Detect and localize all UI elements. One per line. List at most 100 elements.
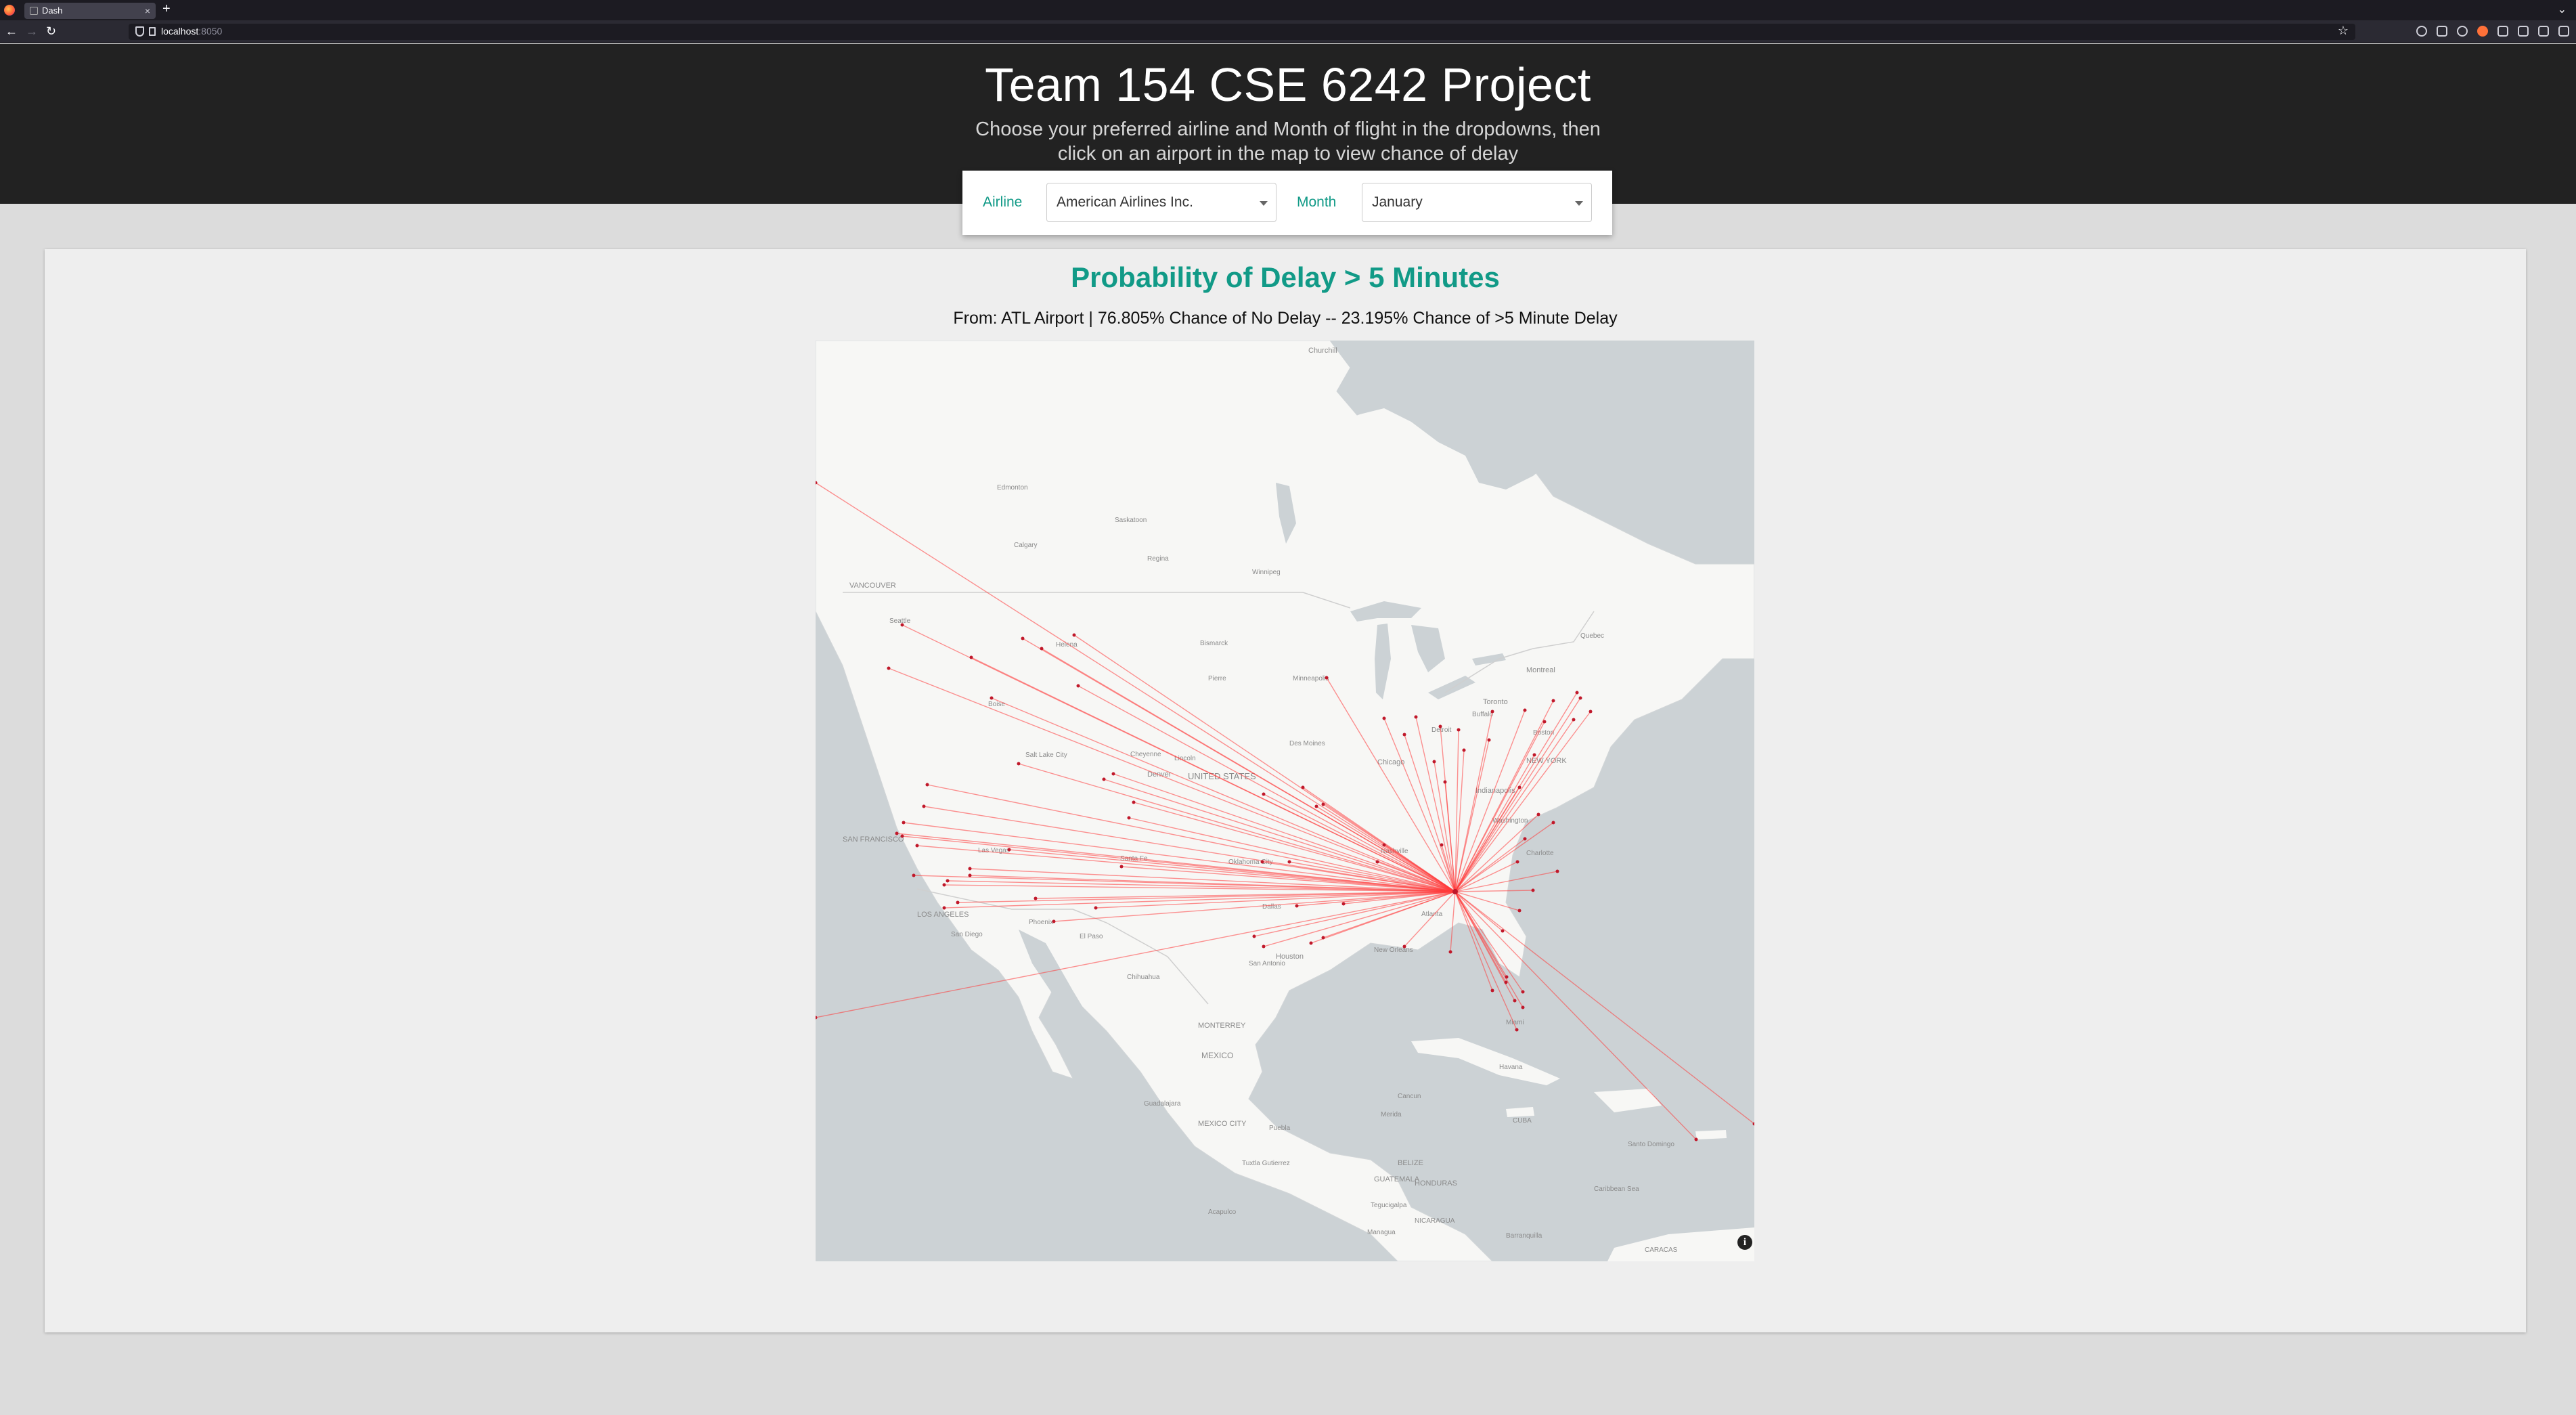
airport-marker-aus[interactable]: [1252, 934, 1256, 938]
airport-marker-geg[interactable]: [969, 655, 973, 659]
airport-marker-pit[interactable]: [1487, 738, 1491, 742]
airport-marker-cvg[interactable]: [1443, 780, 1447, 784]
airport-marker-boi[interactable]: [990, 696, 994, 700]
airport-marker-ege[interactable]: [1102, 777, 1106, 781]
airport-marker-iah[interactable]: [1321, 936, 1325, 940]
airport-marker-las[interactable]: [1007, 848, 1011, 852]
airport-marker-sat[interactable]: [1262, 944, 1266, 949]
airport-marker-smf[interactable]: [922, 804, 926, 808]
airport-marker-myr[interactable]: [1555, 869, 1559, 873]
airport-marker-ind[interactable]: [1432, 760, 1436, 764]
airport-marker-abq[interactable]: [1119, 865, 1124, 869]
airport-marker-sna[interactable]: [956, 900, 960, 905]
airport-marker-mke[interactable]: [1382, 716, 1386, 720]
airport-marker-pvd[interactable]: [1589, 710, 1593, 714]
map-canvas[interactable]: Churchill Edmonton Saskatoon Calgary Regina W…: [816, 341, 1754, 1261]
airline-dropdown[interactable]: American Airlines Inc.: [1046, 183, 1276, 222]
airport-marker-bzn[interactable]: [1040, 647, 1044, 651]
account-icon[interactable]: [2457, 26, 2468, 37]
airport-marker-rdu[interactable]: [1523, 837, 1527, 841]
airport-marker-sav[interactable]: [1517, 909, 1522, 913]
back-icon[interactable]: ←: [5, 24, 18, 38]
url-text[interactable]: localhost:8050: [161, 26, 222, 37]
airport-marker-lax[interactable]: [942, 883, 946, 887]
airport-marker-cmh[interactable]: [1462, 748, 1466, 752]
airport-marker-pdx[interactable]: [887, 666, 891, 670]
airport-marker-icn[interactable]: [1382, 843, 1386, 847]
new-tab-icon[interactable]: +: [162, 1, 171, 17]
downloads-icon[interactable]: [2518, 26, 2529, 37]
airport-marker-slc[interactable]: [1017, 762, 1021, 766]
airport-marker-mtj[interactable]: [1127, 816, 1131, 820]
airport-marker-sjc[interactable]: [900, 834, 904, 838]
airport-marker-roc[interactable]: [1523, 708, 1527, 712]
airport-marker-syr[interactable]: [1551, 699, 1555, 703]
reload-icon[interactable]: ↻: [46, 24, 56, 38]
airport-marker-bna[interactable]: [1440, 843, 1444, 847]
pocket-icon[interactable]: [2416, 26, 2427, 37]
airport-marker-orf[interactable]: [1551, 821, 1555, 825]
airport-marker-dsm[interactable]: [1301, 785, 1305, 789]
airport-marker-atl[interactable]: [1452, 889, 1458, 894]
month-dropdown[interactable]: January: [1362, 183, 1592, 222]
airport-marker-fat[interactable]: [915, 844, 919, 848]
airport-marker-mci[interactable]: [1314, 804, 1318, 808]
airport-marker-jac[interactable]: [1076, 684, 1080, 688]
airport-marker-dfw[interactable]: [1295, 904, 1299, 908]
home-icon[interactable]: [2538, 26, 2549, 37]
airport-marker-srq[interactable]: [1504, 980, 1508, 984]
airport-marker-jax[interactable]: [1501, 929, 1505, 933]
airport-marker-ric[interactable]: [1536, 812, 1540, 817]
airport-marker-grr[interactable]: [1414, 715, 1418, 719]
airport-marker-cle[interactable]: [1457, 728, 1461, 732]
airport-marker-mso[interactable]: [1021, 636, 1025, 640]
tracking-protection-icon[interactable]: [135, 26, 144, 37]
airport-marker-ord[interactable]: [1402, 733, 1406, 737]
airport-marker-ont[interactable]: [968, 873, 972, 877]
airport-marker-sju[interactable]: [1694, 1137, 1698, 1141]
airport-marker-tus[interactable]: [1052, 919, 1056, 923]
chevron-down-icon[interactable]: [1575, 201, 1583, 206]
airport-marker-msp[interactable]: [1325, 676, 1329, 680]
airport-marker-dca[interactable]: [1517, 785, 1522, 789]
airport-marker-mco[interactable]: [1505, 975, 1509, 979]
route-map[interactable]: Churchill Edmonton Saskatoon Calgary Regina W…: [816, 341, 1754, 1261]
map-attribution-info-icon[interactable]: i: [1737, 1235, 1752, 1250]
browser-tab[interactable]: Dash ×: [24, 3, 156, 19]
airport-marker-bdl[interactable]: [1572, 718, 1576, 722]
airport-marker-dtw[interactable]: [1438, 724, 1442, 728]
reader-icon[interactable]: [2437, 26, 2447, 37]
airport-marker-tul[interactable]: [1287, 860, 1291, 864]
airport-marker-buf[interactable]: [1490, 710, 1494, 714]
airport-marker-san[interactable]: [942, 906, 946, 910]
chevron-down-icon[interactable]: [1260, 201, 1268, 206]
airport-marker-bil[interactable]: [1072, 633, 1076, 637]
airport-marker-clt[interactable]: [1515, 860, 1519, 864]
airport-marker-hdn[interactable]: [1111, 772, 1115, 776]
airport-marker-alb[interactable]: [1578, 696, 1582, 700]
airport-marker-bos[interactable]: [1575, 691, 1579, 695]
airport-marker-jfk[interactable]: [1542, 720, 1547, 724]
airport-marker-hnl[interactable]: [816, 1016, 818, 1020]
airport-marker-lit[interactable]: [1341, 902, 1346, 906]
airport-marker-rsw[interactable]: [1513, 999, 1517, 1003]
airport-marker-mia[interactable]: [1515, 1028, 1519, 1032]
airport-marker-stl[interactable]: [1321, 802, 1325, 806]
menu-icon[interactable]: [2558, 26, 2569, 37]
bookmark-star-icon[interactable]: ☆: [2338, 24, 2349, 38]
airport-marker-oak[interactable]: [895, 831, 899, 835]
airport-marker-oma[interactable]: [1262, 792, 1266, 796]
extension-icon[interactable]: [2477, 26, 2488, 37]
airport-marker-rno[interactable]: [925, 783, 929, 787]
airport-marker-den[interactable]: [1132, 800, 1136, 804]
airport-marker-chs[interactable]: [1531, 888, 1535, 892]
airport-marker-elp[interactable]: [1094, 906, 1098, 910]
airport-marker-tpa[interactable]: [1490, 988, 1494, 993]
close-tab-icon[interactable]: ×: [145, 3, 150, 19]
airport-marker-pns[interactable]: [1448, 950, 1452, 954]
forward-icon[interactable]: →: [26, 24, 38, 38]
airport-marker-sea[interactable]: [900, 623, 904, 627]
airport-marker-pbi[interactable]: [1521, 990, 1525, 994]
address-bar[interactable]: localhost:8050 ☆: [129, 24, 2355, 40]
list-tabs-icon[interactable]: ⌄: [2558, 3, 2567, 16]
